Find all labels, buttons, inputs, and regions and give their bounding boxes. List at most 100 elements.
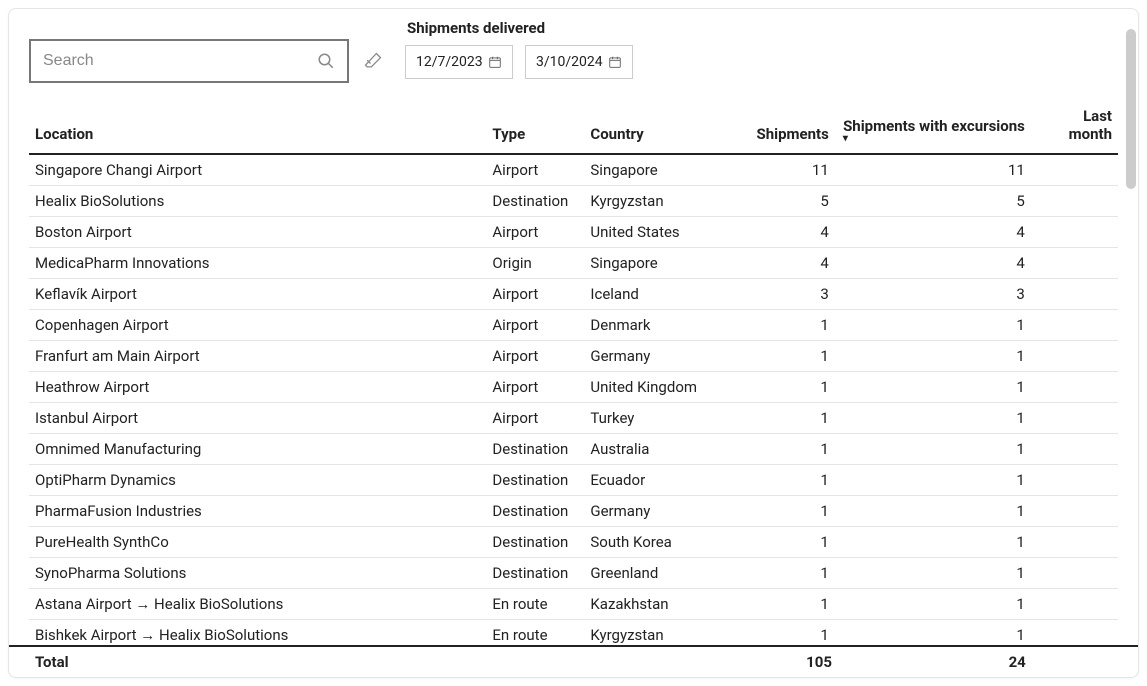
cell-last-month xyxy=(1031,465,1118,496)
header-row: Shipments delivered 12/7/2023 3/10/2024 xyxy=(9,9,1138,83)
cell-type: Destination xyxy=(486,527,584,558)
eraser-icon[interactable] xyxy=(361,49,385,73)
cell-shipments: 4 xyxy=(726,217,835,248)
col-header-shipments[interactable]: Shipments xyxy=(726,99,835,154)
cell-country: Australia xyxy=(584,434,726,465)
shipments-table: Location Type Country Shipments Shipment… xyxy=(29,99,1118,155)
cell-country: Ecuador xyxy=(584,465,726,496)
cell-location: SynoPharma Solutions xyxy=(29,558,486,589)
cell-location: PureHealth SynthCo xyxy=(29,527,486,558)
cell-last-month xyxy=(1031,155,1118,186)
cell-excursions: 4 xyxy=(835,217,1031,248)
cell-type: Destination xyxy=(486,186,584,217)
col-header-location[interactable]: Location xyxy=(29,99,486,154)
shipments-card: Shipments delivered 12/7/2023 3/10/2024 xyxy=(8,8,1139,678)
cell-last-month xyxy=(1031,496,1118,527)
cell-excursions: 1 xyxy=(835,527,1031,558)
table-row[interactable]: Keflavík AirportAirportIceland33 xyxy=(29,279,1118,310)
cell-shipments: 1 xyxy=(726,465,835,496)
table-row[interactable]: Istanbul AirportAirportTurkey11 xyxy=(29,403,1118,434)
cell-excursions: 1 xyxy=(835,589,1031,620)
cell-last-month xyxy=(1031,310,1118,341)
cell-shipments: 1 xyxy=(726,620,835,646)
cell-last-month xyxy=(1031,527,1118,558)
cell-shipments: 1 xyxy=(726,496,835,527)
table-row[interactable]: Franfurt am Main AirportAirportGermany11 xyxy=(29,341,1118,372)
table-row[interactable]: OptiPharm DynamicsDestinationEcuador11 xyxy=(29,465,1118,496)
cell-type: Airport xyxy=(486,217,584,248)
cell-excursions: 1 xyxy=(835,434,1031,465)
col-header-last-month[interactable]: Last month xyxy=(1031,99,1118,154)
table-row[interactable]: PureHealth SynthCoDestinationSouth Korea… xyxy=(29,527,1118,558)
table-row[interactable]: PharmaFusion IndustriesDestinationGerman… xyxy=(29,496,1118,527)
table-row[interactable]: Singapore Changi AirportAirportSingapore… xyxy=(29,155,1118,186)
calendar-icon xyxy=(488,55,502,69)
table-row[interactable]: Bishkek Airport → Healix BioSolutionsEn … xyxy=(29,620,1118,646)
cell-location: Franfurt am Main Airport xyxy=(29,341,486,372)
total-label: Total xyxy=(35,653,487,671)
cell-type: Destination xyxy=(486,465,584,496)
cell-last-month xyxy=(1031,217,1118,248)
cell-last-month xyxy=(1031,434,1118,465)
cell-country: Iceland xyxy=(584,279,726,310)
cell-location: Astana Airport → Healix BioSolutions xyxy=(29,589,486,620)
search-icon[interactable] xyxy=(317,52,335,70)
search-group xyxy=(29,39,385,83)
table-row[interactable]: Heathrow AirportAirportUnited Kingdom11 xyxy=(29,372,1118,403)
table-row[interactable]: SynoPharma SolutionsDestinationGreenland… xyxy=(29,558,1118,589)
cell-location: Singapore Changi Airport xyxy=(29,155,486,186)
col-header-type[interactable]: Type xyxy=(486,99,584,154)
cell-location: Omnimed Manufacturing xyxy=(29,434,486,465)
scrollbar-thumb[interactable] xyxy=(1126,29,1136,189)
cell-country: United Kingdom xyxy=(584,372,726,403)
cell-shipments: 5 xyxy=(726,186,835,217)
total-excursions: 24 xyxy=(832,653,1026,671)
cell-country: Kazakhstan xyxy=(584,589,726,620)
cell-location: Copenhagen Airport xyxy=(29,310,486,341)
cell-last-month xyxy=(1031,403,1118,434)
cell-last-month xyxy=(1031,248,1118,279)
cell-type: Origin xyxy=(486,248,584,279)
date-to-picker[interactable]: 3/10/2024 xyxy=(525,45,633,79)
table-scroll-body[interactable]: Singapore Changi AirportAirportSingapore… xyxy=(29,155,1118,645)
table-header-row: Location Type Country Shipments Shipment… xyxy=(29,99,1118,154)
table-container: Location Type Country Shipments Shipment… xyxy=(9,99,1138,645)
cell-excursions: 1 xyxy=(835,465,1031,496)
cell-last-month xyxy=(1031,620,1118,646)
cell-type: Airport xyxy=(486,341,584,372)
total-shipments: 105 xyxy=(724,653,832,671)
cell-location: Keflavík Airport xyxy=(29,279,486,310)
cell-excursions: 1 xyxy=(835,403,1031,434)
cell-country: Denmark xyxy=(584,310,726,341)
cell-type: En route xyxy=(486,589,584,620)
cell-location: Heathrow Airport xyxy=(29,372,486,403)
table-row[interactable]: Omnimed ManufacturingDestinationAustrali… xyxy=(29,434,1118,465)
search-box[interactable] xyxy=(29,39,349,83)
cell-shipments: 1 xyxy=(726,558,835,589)
cell-shipments: 1 xyxy=(726,310,835,341)
cell-last-month xyxy=(1031,558,1118,589)
col-header-country[interactable]: Country xyxy=(584,99,726,154)
table-row[interactable]: Healix BioSolutionsDestinationKyrgyzstan… xyxy=(29,186,1118,217)
cell-shipments: 1 xyxy=(726,372,835,403)
cell-excursions: 1 xyxy=(835,558,1031,589)
cell-last-month xyxy=(1031,341,1118,372)
col-header-excursions[interactable]: Shipments with excursions ▾ xyxy=(835,99,1031,154)
cell-country: Singapore xyxy=(584,248,726,279)
table-row[interactable]: MedicaPharm InnovationsOriginSingapore44 xyxy=(29,248,1118,279)
cell-excursions: 4 xyxy=(835,248,1031,279)
cell-type: En route xyxy=(486,620,584,646)
date-from-picker[interactable]: 12/7/2023 xyxy=(405,45,513,79)
search-input[interactable] xyxy=(43,52,317,70)
table-row[interactable]: Astana Airport → Healix BioSolutionsEn r… xyxy=(29,589,1118,620)
date-to-value: 3/10/2024 xyxy=(536,54,603,70)
table-row[interactable]: Copenhagen AirportAirportDenmark11 xyxy=(29,310,1118,341)
cell-country: Kyrgyzstan xyxy=(584,186,726,217)
cell-country: South Korea xyxy=(584,527,726,558)
cell-excursions: 1 xyxy=(835,341,1031,372)
date-row: 12/7/2023 3/10/2024 xyxy=(405,45,633,79)
cell-location: Bishkek Airport → Healix BioSolutions xyxy=(29,620,486,646)
table-row[interactable]: Boston AirportAirportUnited States44 xyxy=(29,217,1118,248)
cell-shipments: 1 xyxy=(726,434,835,465)
total-row: Total 105 24 xyxy=(9,645,1138,678)
